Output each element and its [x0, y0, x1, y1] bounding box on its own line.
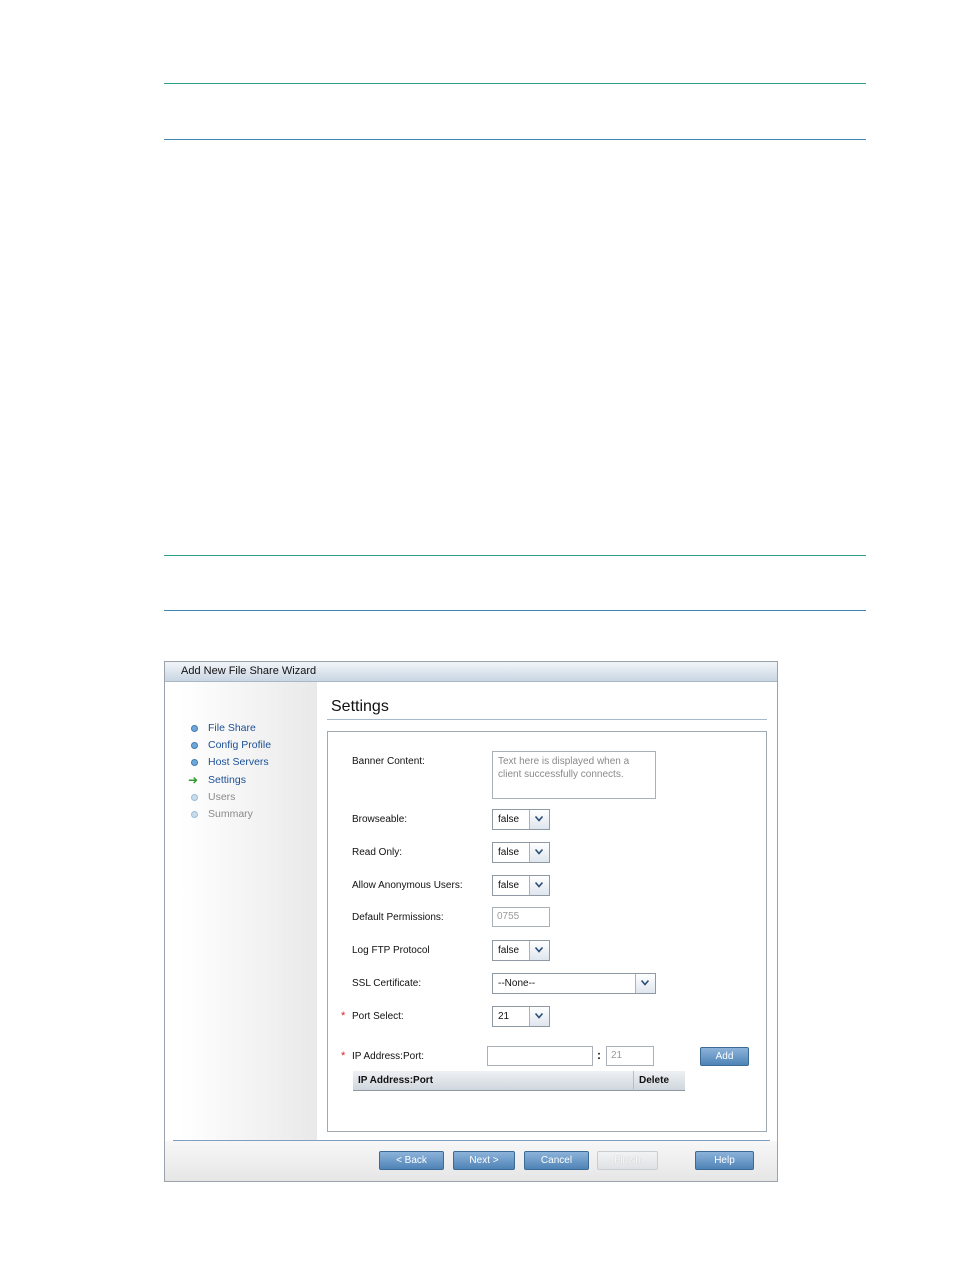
anonymous-users-select[interactable]: false [492, 875, 550, 896]
anonymous-users-label: Allow Anonymous Users: [352, 880, 463, 891]
divider-top-2 [164, 139, 866, 140]
current-step-arrow-icon: ➜ [188, 773, 199, 787]
divider-mid-1 [164, 555, 866, 556]
port-select-label: Port Select: [352, 1011, 404, 1022]
ip-address-input[interactable] [487, 1046, 593, 1066]
finish-button: Finish [597, 1151, 658, 1170]
title-divider [327, 719, 767, 720]
wizard-title: Add New File Share Wizard [165, 662, 777, 682]
anonymous-users-value: false [498, 880, 520, 891]
ip-address-port-label: IP Address:Port: [352, 1051, 425, 1062]
page-title: Settings [331, 698, 389, 715]
log-ftp-value: false [498, 945, 520, 956]
default-permissions-input[interactable]: 0755 [492, 907, 550, 927]
chevron-down-icon[interactable] [529, 941, 549, 960]
required-marker: * [341, 1050, 346, 1062]
banner-content-label: Banner Content: [352, 756, 425, 767]
required-marker: * [341, 1010, 346, 1022]
divider-top-1 [164, 83, 866, 84]
chevron-down-icon[interactable] [635, 974, 655, 993]
column-header-ip-address-port: IP Address:Port [353, 1071, 633, 1091]
step-bullet-icon [191, 759, 198, 766]
back-button[interactable]: < Back [379, 1151, 444, 1170]
step-bullet-icon [191, 811, 198, 818]
log-ftp-select[interactable]: false [492, 940, 550, 961]
browseable-label: Browseable: [352, 814, 408, 825]
step-label: Users [208, 791, 236, 803]
read-only-value: false [498, 847, 520, 858]
wizard-dialog: Add New File Share Wizard File Share Con… [164, 661, 778, 1182]
step-label: Summary [208, 808, 253, 820]
log-ftp-label: Log FTP Protocol [352, 945, 430, 956]
browseable-select[interactable]: false [492, 809, 550, 830]
step-label: Settings [208, 774, 246, 786]
ssl-certificate-label: SSL Certificate: [352, 978, 422, 989]
wizard-step-sidebar: File Share Config Profile Host Servers ➜… [165, 682, 317, 1140]
step-bullet-icon [191, 794, 198, 801]
step-label: Config Profile [208, 739, 272, 751]
column-header-delete: Delete [633, 1071, 685, 1091]
wizard-footer: < Back Next > Cancel Finish Help [165, 1141, 777, 1181]
read-only-select[interactable]: false [492, 842, 550, 863]
step-bullet-icon [191, 742, 198, 749]
next-button[interactable]: Next > [453, 1151, 515, 1170]
step-bullet-icon [191, 725, 198, 732]
cancel-button[interactable]: Cancel [524, 1151, 589, 1170]
add-button[interactable]: Add [700, 1047, 749, 1066]
read-only-label: Read Only: [352, 847, 403, 858]
chevron-down-icon[interactable] [529, 843, 549, 862]
browseable-value: false [498, 814, 520, 825]
chevron-down-icon[interactable] [529, 810, 549, 829]
ssl-certificate-value: --None-- [498, 978, 536, 989]
step-label: File Share [208, 722, 256, 734]
step-label: Host Servers [208, 756, 269, 768]
ssl-certificate-select[interactable]: --None-- [492, 973, 656, 994]
banner-content-textarea[interactable]: Text here is displayed when a client suc… [492, 751, 656, 799]
port-select[interactable]: 21 [492, 1006, 550, 1027]
port-select-value: 21 [498, 1011, 510, 1022]
port-input[interactable]: 21 [606, 1046, 654, 1066]
default-permissions-label: Default Permissions: [352, 912, 444, 923]
ip-port-separator: : [597, 1048, 601, 1062]
help-button[interactable]: Help [695, 1151, 754, 1170]
chevron-down-icon[interactable] [529, 876, 549, 895]
chevron-down-icon[interactable] [529, 1007, 549, 1026]
divider-mid-2 [164, 610, 866, 611]
